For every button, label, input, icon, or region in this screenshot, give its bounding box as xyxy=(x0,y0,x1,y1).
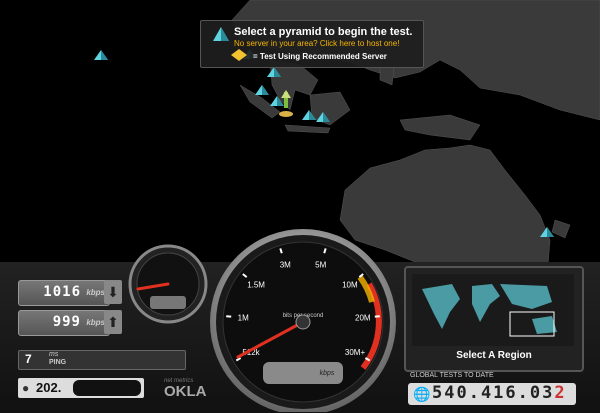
server-pyramid-icon[interactable] xyxy=(94,50,108,62)
upload-value: 999 xyxy=(52,314,81,330)
region-selector[interactable]: Select A Region xyxy=(404,266,584,372)
global-tests-counter: 🌐 540.416.032 xyxy=(408,383,576,405)
land-java xyxy=(284,124,331,134)
gauge-tick-label: 1M xyxy=(238,314,249,323)
ip-address: 202. xyxy=(36,380,62,395)
instruction-banner: Select a pyramid to begin the test. No s… xyxy=(200,20,424,68)
ookla-logo[interactable]: net metrics OKLA xyxy=(150,378,210,400)
gauge-tick-label: 10M xyxy=(342,281,358,290)
gauge-tick-label: 30M+ xyxy=(345,348,366,357)
server-pyramid-icon[interactable] xyxy=(255,85,269,97)
server-pyramid-icon[interactable] xyxy=(267,67,281,79)
server-pyramid-icon[interactable] xyxy=(316,112,330,124)
upload-arrow-box: ⬆ xyxy=(104,310,122,334)
global-tests-label: GLOBAL TESTS TO DATE xyxy=(410,372,494,379)
ip-address-box: ● 202. xyxy=(18,378,144,398)
server-pyramid-icon[interactable] xyxy=(540,227,554,239)
recommended-gem-icon xyxy=(231,49,247,61)
pyramid-icon xyxy=(213,27,229,41)
ping-value: 7 xyxy=(25,352,32,366)
gauge-readout-unit: kbps xyxy=(320,370,335,377)
select-region-label[interactable]: Select A Region xyxy=(406,350,582,361)
ip-redaction xyxy=(73,380,141,396)
recommended-server-legend: = Test Using Recommended Server xyxy=(253,52,387,61)
recommended-server-icon[interactable] xyxy=(278,90,294,118)
gauge-tick-label: 5M xyxy=(315,261,326,270)
upload-unit: kbps xyxy=(86,318,105,327)
ping-label: PING xyxy=(49,359,67,366)
download-readout: 1016 kbps xyxy=(18,280,110,306)
ping-unit: ms xyxy=(49,351,59,358)
land-newguinea xyxy=(399,114,481,141)
globe-icon: 🌐 xyxy=(413,386,431,402)
speedtest-app: Select a pyramid to begin the test. No s… xyxy=(0,0,600,413)
brand-name: OKLA xyxy=(164,383,207,400)
up-arrow-icon: ⬆ xyxy=(107,314,119,330)
ping-readout: 7 ms PING xyxy=(18,350,186,370)
counter-last-digit: 2 xyxy=(554,383,567,403)
speed-gauge: 512k1M1.5M3M 5M10M20M30M+ bits per second… xyxy=(210,229,396,412)
region-world-map[interactable] xyxy=(412,274,574,346)
gauge-tick-label: 20M xyxy=(355,314,371,323)
gauge-tick-label: 1.5M xyxy=(247,281,265,290)
download-unit: kbps xyxy=(86,288,105,297)
download-arrow-box: ⬇ xyxy=(104,280,122,304)
counter-digits: 540.416.032 xyxy=(432,383,567,403)
upload-readout: 999 kbps xyxy=(18,310,110,336)
person-icon: ● xyxy=(22,381,30,395)
latency-gauge xyxy=(128,244,208,324)
gauge-tick-label: 3M xyxy=(280,261,291,270)
server-pyramid-icon[interactable] xyxy=(302,110,316,122)
host-server-link[interactable]: No server in your area? Click here to ho… xyxy=(234,39,399,48)
down-arrow-icon: ⬇ xyxy=(107,284,119,300)
land-tasmania xyxy=(551,219,571,239)
instruction-title: Select a pyramid to begin the test. xyxy=(234,26,413,38)
download-value: 1016 xyxy=(43,284,81,300)
counter-main-digits: 540.416.03 xyxy=(432,383,555,403)
